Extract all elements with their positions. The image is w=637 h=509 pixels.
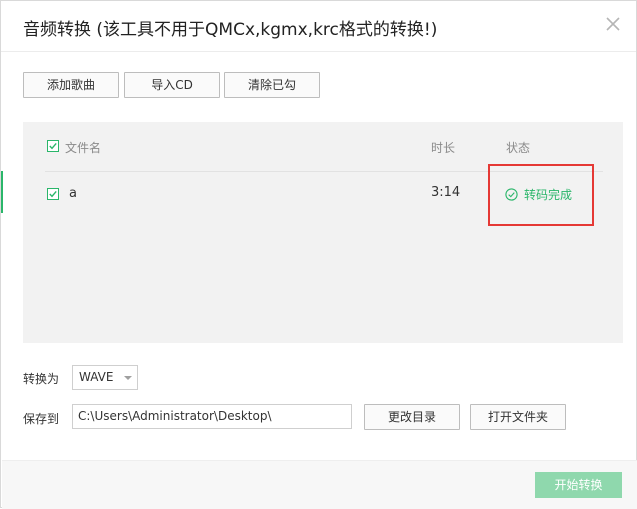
format-select[interactable]: WAVE bbox=[72, 365, 138, 390]
open-folder-button[interactable]: 打开文件夹 bbox=[470, 404, 566, 430]
format-select-value: WAVE bbox=[79, 370, 114, 384]
file-list-panel: 文件名 时长 状态 a 3:14 转码完成 bbox=[23, 122, 623, 343]
left-accent-bar bbox=[1, 171, 3, 213]
clear-checked-button[interactable]: 清除已勾 bbox=[224, 72, 320, 98]
convert-to-label: 转换为 bbox=[23, 372, 60, 386]
column-header-filename: 文件名 bbox=[65, 141, 102, 155]
row-filename: a bbox=[69, 186, 77, 201]
start-convert-button[interactable]: 开始转换 bbox=[535, 472, 622, 498]
column-header-duration: 时长 bbox=[431, 141, 456, 155]
save-to-label: 保存到 bbox=[23, 412, 60, 426]
save-path-field[interactable]: C:\Users\Administrator\Desktop\ bbox=[72, 404, 352, 429]
close-icon[interactable] bbox=[602, 13, 624, 35]
status-highlight-box bbox=[488, 164, 594, 226]
column-header-status: 状态 bbox=[506, 141, 531, 155]
select-all-checkbox[interactable] bbox=[47, 140, 59, 152]
import-cd-button[interactable]: 导入CD bbox=[124, 72, 220, 98]
add-song-button[interactable]: 添加歌曲 bbox=[23, 72, 119, 98]
chevron-down-icon bbox=[124, 376, 132, 380]
dialog-title: 音频转换 (该工具不用于QMCx,kgmx,krc格式的转换!) bbox=[23, 20, 438, 40]
title-bar: 音频转换 (该工具不用于QMCx,kgmx,krc格式的转换!) bbox=[1, 1, 636, 52]
row-checkbox[interactable] bbox=[47, 188, 59, 200]
row-duration: 3:14 bbox=[431, 185, 461, 200]
change-directory-button[interactable]: 更改目录 bbox=[364, 404, 460, 430]
audio-convert-dialog: 音频转换 (该工具不用于QMCx,kgmx,krc格式的转换!) 添加歌曲 导入… bbox=[0, 0, 637, 509]
